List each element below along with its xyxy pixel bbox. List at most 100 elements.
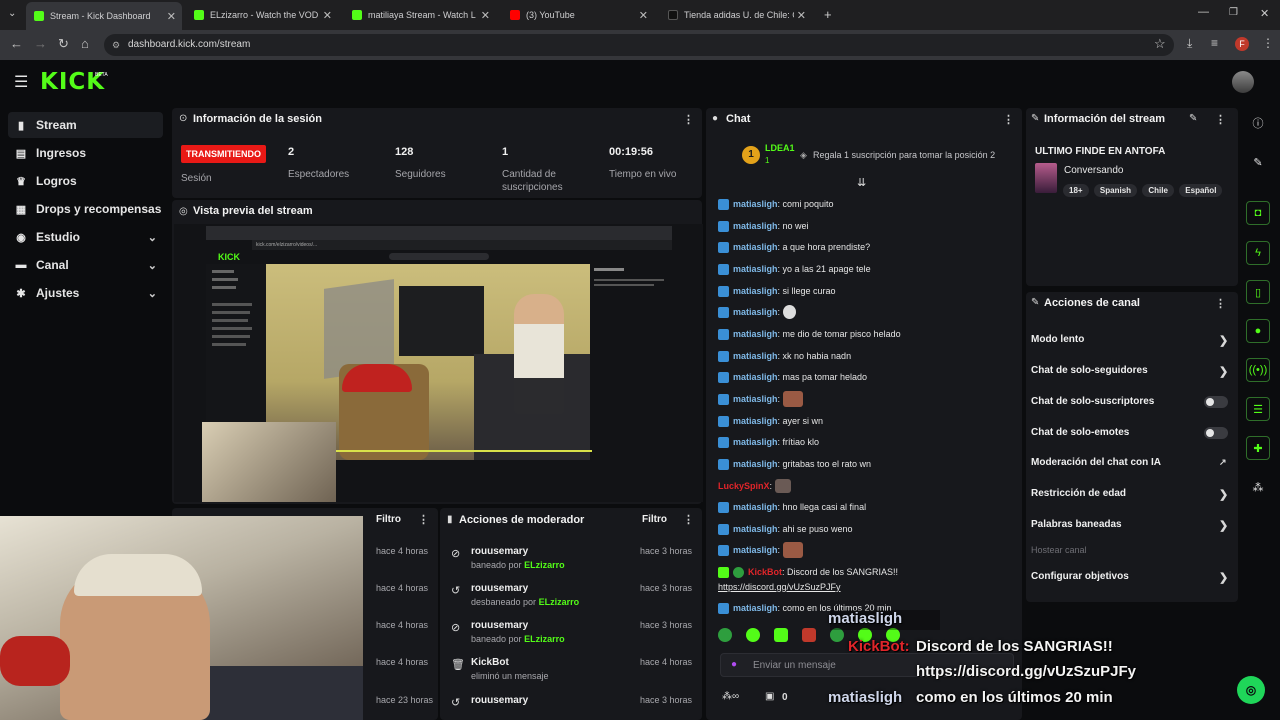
mod-action-row[interactable]: ⊘ rouusemary baneado por ELzizarro hace … bbox=[444, 620, 702, 656]
tab-youtube[interactable]: (3) YouTube ✕ bbox=[502, 4, 654, 26]
tag-pill[interactable]: Español bbox=[1179, 184, 1223, 197]
info-icon[interactable]: ⓘ bbox=[1246, 111, 1270, 135]
tab-kick-dashboard[interactable]: Stream - Kick Dashboard ✕ bbox=[26, 2, 182, 30]
chat-username[interactable]: matiasligh bbox=[733, 351, 778, 361]
chat-message[interactable]: matiasligh: me dio de tomar pisco helado bbox=[718, 326, 901, 342]
chat-username[interactable]: matiasligh bbox=[733, 394, 778, 404]
chat-username[interactable]: LuckySpinX bbox=[718, 481, 770, 491]
action-solo-seguidores[interactable]: Chat de solo-seguidores ❯ bbox=[1031, 365, 1231, 378]
chat-message[interactable]: matiasligh: si llege curao bbox=[718, 283, 836, 299]
mod-action-row[interactable]: 🗑 KickBot eliminó un mensaje hace 4 hora… bbox=[444, 657, 702, 693]
tag-pill[interactable]: Spanish bbox=[1093, 184, 1138, 197]
chat-username[interactable]: matiasligh bbox=[733, 242, 778, 252]
chat-username[interactable]: matiasligh bbox=[733, 545, 778, 555]
chat-username[interactable]: matiasligh bbox=[733, 437, 778, 447]
chat-username[interactable]: matiasligh bbox=[733, 603, 778, 613]
emote-icon[interactable] bbox=[746, 628, 760, 642]
chat-username[interactable]: matiasligh bbox=[733, 459, 778, 469]
sidebar-item-stream[interactable]: ▮ Stream bbox=[8, 112, 163, 138]
sidebar-item-logros[interactable]: ♛ Logros bbox=[8, 168, 163, 194]
close-tab-icon[interactable]: ✕ bbox=[797, 9, 806, 22]
chat-username[interactable]: matiasligh bbox=[733, 221, 778, 231]
chat-username[interactable]: matiasligh bbox=[733, 264, 778, 274]
action-moderacion-ia[interactable]: Moderación del chat con IA ↗ bbox=[1031, 457, 1231, 468]
session-menu-icon[interactable]: ⋮ bbox=[683, 113, 694, 126]
sidebar-item-ajustes[interactable]: ✱ Ajustes ⌄ bbox=[8, 280, 163, 306]
chat-message[interactable]: matiasligh: gritabas too el rato wn bbox=[718, 456, 871, 472]
category-thumbnail[interactable] bbox=[1035, 163, 1057, 193]
layers-icon[interactable]: ☰ bbox=[1246, 397, 1270, 421]
close-tab-icon[interactable]: ✕ bbox=[639, 9, 648, 22]
emote-icon[interactable] bbox=[718, 628, 732, 642]
sidebar-item-canal[interactable]: ▬ Canal ⌄ bbox=[8, 252, 163, 278]
action-configurar-objetivos[interactable]: Configurar objetivos ❯ bbox=[1031, 571, 1231, 584]
chat-message[interactable]: matiasligh: bbox=[718, 391, 804, 407]
mod-menu-icon[interactable]: ⋮ bbox=[683, 513, 694, 526]
close-tab-icon[interactable]: ✕ bbox=[481, 9, 490, 22]
action-palabras-baneadas[interactable]: Palabras baneadas ❯ bbox=[1031, 519, 1231, 532]
chat-username[interactable]: matiasligh bbox=[733, 329, 778, 339]
new-tab-icon[interactable]: + bbox=[824, 7, 832, 22]
tools-icon[interactable]: ✚ bbox=[1246, 436, 1270, 460]
home-icon[interactable]: ⌂ bbox=[81, 36, 89, 51]
chat-message[interactable]: matiasligh: hno llega casi al final bbox=[718, 499, 866, 515]
lightning-icon[interactable]: ϟ bbox=[1246, 241, 1270, 265]
scroll-down-icon[interactable]: ⇊ bbox=[857, 176, 866, 189]
broadcast-icon[interactable]: ((•)) bbox=[1246, 358, 1270, 382]
mod-filter-button[interactable]: Filtro bbox=[642, 514, 667, 525]
hamburger-menu-icon[interactable]: ☰ bbox=[14, 72, 28, 92]
tag-pill[interactable]: Chile bbox=[1142, 184, 1174, 197]
forward-icon[interactable]: → bbox=[34, 36, 47, 51]
chat-message[interactable]: matiasligh: ahi se puso weno bbox=[718, 521, 853, 537]
stream-preview-video[interactable]: kick.com/elzizarro/videos/... KICK bbox=[174, 224, 703, 502]
download-icon[interactable]: ⤓ bbox=[1187, 36, 1192, 51]
chat-username[interactable]: KickBot bbox=[748, 567, 782, 577]
channel-actions-menu-icon[interactable]: ⋮ bbox=[1215, 297, 1226, 310]
reload-icon[interactable]: ↻ bbox=[58, 36, 69, 52]
category-name[interactable]: Conversando bbox=[1064, 165, 1123, 176]
clipboard-icon[interactable]: ▯ bbox=[1246, 280, 1270, 304]
close-tab-icon[interactable]: ✕ bbox=[323, 9, 332, 22]
chat-message[interactable]: matiasligh: no wei bbox=[718, 218, 809, 234]
chat-message[interactable]: matiasligh: frítiao klo bbox=[718, 434, 819, 450]
bans-filter-button[interactable]: Filtro bbox=[376, 514, 401, 525]
emote-icon[interactable] bbox=[830, 628, 844, 642]
pencil-icon[interactable]: ✎ bbox=[1246, 150, 1270, 174]
chat-username[interactable]: matiasligh bbox=[733, 524, 778, 534]
tab-elzizarro-vod[interactable]: ELzizarro - Watch the VOD on Kick ✕ bbox=[186, 4, 338, 26]
chat-message[interactable]: matiasligh: xk no habia nadn bbox=[718, 348, 851, 364]
reading-list-icon[interactable]: ≡ bbox=[1211, 36, 1218, 50]
camera-icon[interactable]: ◘ bbox=[1246, 201, 1270, 225]
sidebar-item-estudio[interactable]: ◉ Estudio ⌄ bbox=[8, 224, 163, 250]
gift-sub-prompt[interactable]: Regala 1 suscripción para tomar la posic… bbox=[813, 150, 995, 160]
chat-message[interactable]: matiasligh: bbox=[718, 304, 797, 320]
subs-only-toggle[interactable] bbox=[1204, 396, 1228, 408]
url-field[interactable]: ⚙ dashboard.kick.com/stream bbox=[104, 34, 1174, 56]
chat-message[interactable]: KickBot: Discord de los SANGRIAS!! bbox=[718, 564, 898, 580]
profile-avatar[interactable]: F bbox=[1235, 37, 1249, 51]
chat-message[interactable]: matiasligh: mas pa tomar helado bbox=[718, 369, 867, 385]
chat-username[interactable]: matiasligh bbox=[733, 307, 778, 317]
chat-message[interactable]: matiasligh: yo a las 21 apage tele bbox=[718, 261, 871, 277]
leaderboard-name[interactable]: LDEA1 bbox=[765, 143, 795, 153]
emote-picker-icon[interactable]: ● bbox=[731, 659, 737, 670]
bookmark-star-icon[interactable]: ☆ bbox=[1154, 36, 1166, 52]
minimize-icon[interactable]: — bbox=[1198, 6, 1209, 18]
action-solo-emotes[interactable]: Chat de solo-emotes bbox=[1031, 427, 1231, 438]
edit-icon[interactable]: ✎ bbox=[1189, 113, 1197, 124]
tab-search-icon[interactable]: ⌄ bbox=[8, 8, 16, 19]
bans-menu-icon[interactable]: ⋮ bbox=[418, 513, 429, 526]
chat-menu-icon[interactable]: ⋮ bbox=[1003, 113, 1014, 126]
chat-message[interactable]: LuckySpinX: bbox=[718, 478, 792, 494]
chat-username[interactable]: matiasligh bbox=[733, 502, 778, 512]
sidebar-item-ingresos[interactable]: ▤ Ingresos bbox=[8, 140, 163, 166]
chat-message[interactable]: matiasligh: comi poquito bbox=[718, 196, 834, 212]
tab-adidas[interactable]: Tienda adidas U. de Chile: Camisetas ✕ bbox=[660, 4, 812, 26]
action-solo-suscriptores[interactable]: Chat de solo-suscriptores bbox=[1031, 396, 1231, 407]
mod-action-row[interactable]: ⊘ rouusemary baneado por ELzizarro hace … bbox=[444, 546, 702, 582]
tab-matiliaya-stream[interactable]: matiliaya Stream - Watch Live on Kick ✕ bbox=[344, 4, 496, 26]
chat-settings-icon[interactable]: ⁂∞ bbox=[722, 691, 739, 702]
mod-action-row[interactable]: ↺ rouusemary desbaneado por ELzizarro ha… bbox=[444, 583, 702, 619]
chat-username[interactable]: matiasligh bbox=[733, 416, 778, 426]
restore-icon[interactable]: ❐ bbox=[1229, 7, 1238, 18]
